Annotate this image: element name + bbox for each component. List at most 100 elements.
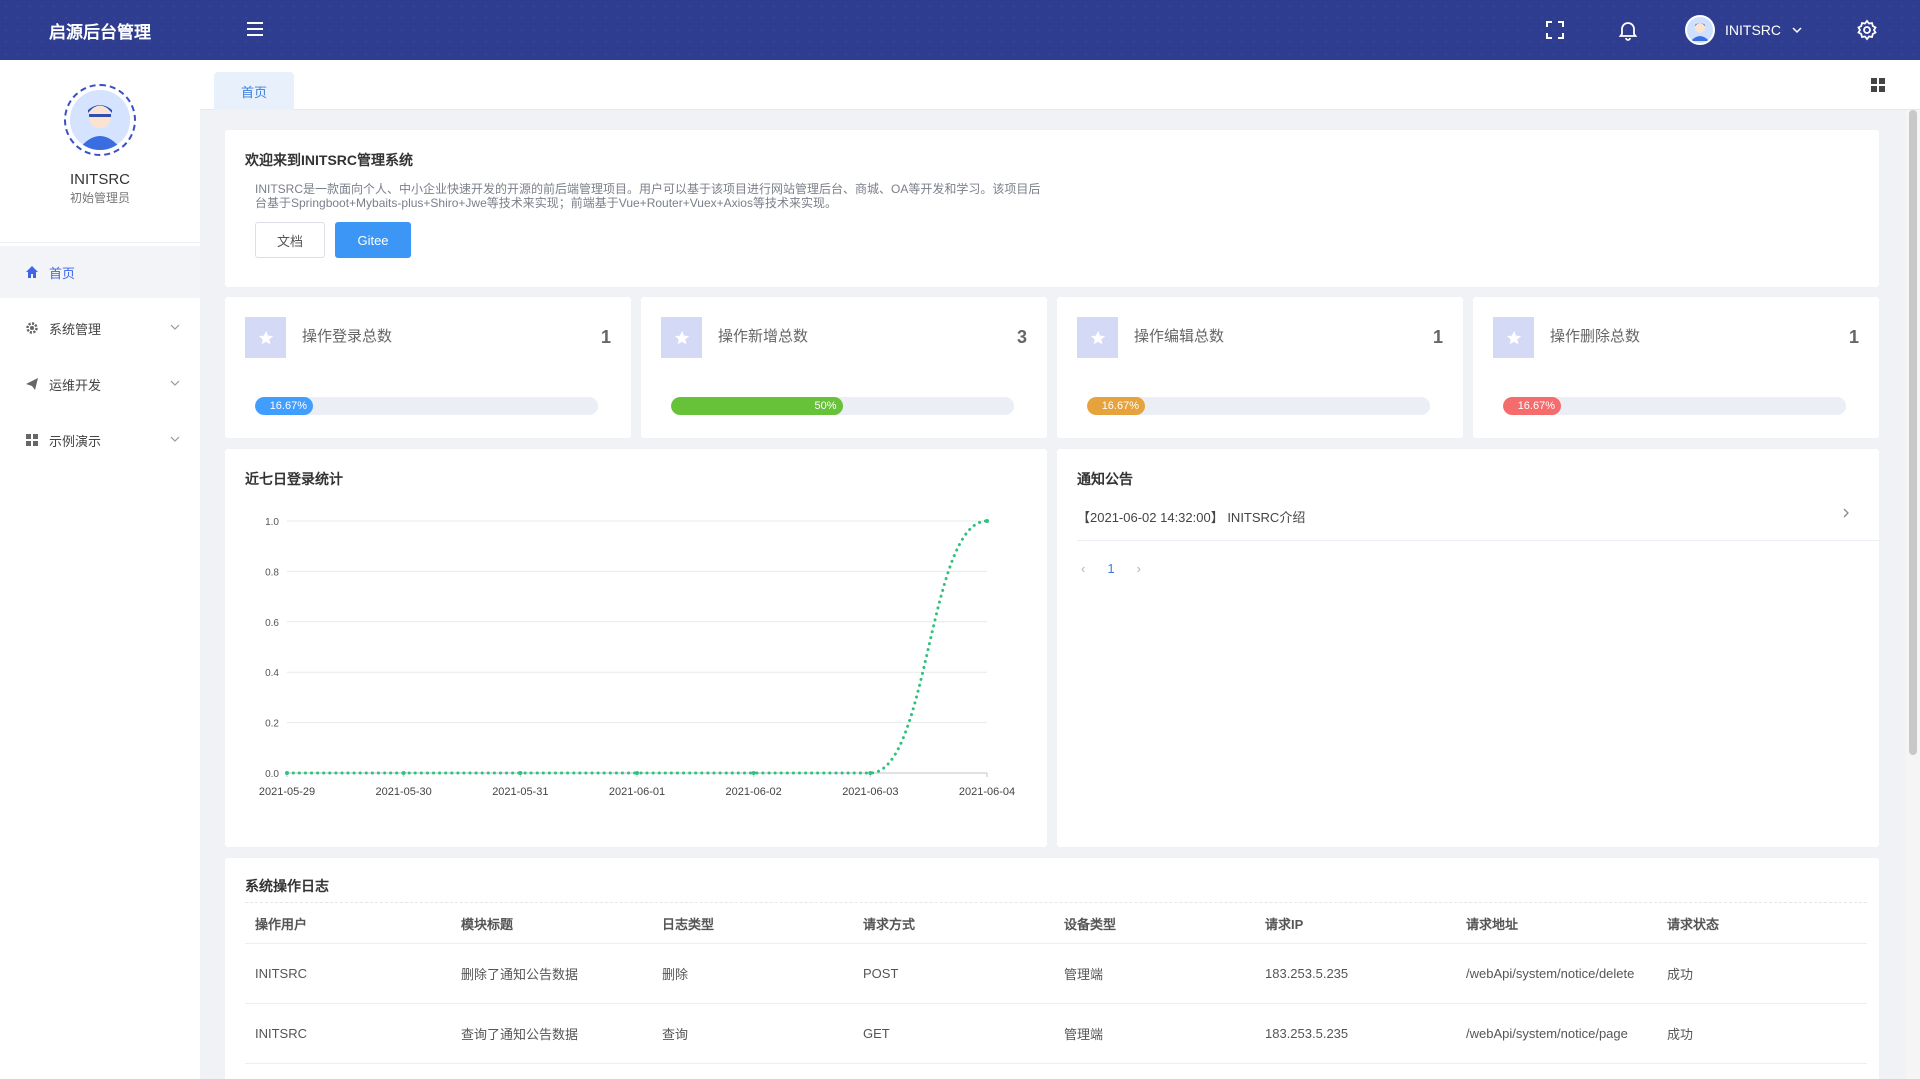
brand-title: 启源后台管理 (49, 23, 151, 42)
progress-bar: 16.67% (1503, 397, 1846, 415)
column-header: 请求IP (1265, 916, 1304, 932)
notice-card: 通知公告 【2021-06-02 14:32:00】 INITSRC介绍 ‹ 1… (1057, 449, 1879, 847)
column-header: 请求状态 (1667, 916, 1720, 932)
profile-avatar (64, 84, 136, 156)
star-icon (661, 317, 702, 358)
y-tick-label: 0.2 (265, 719, 279, 730)
chevron-down-icon (1792, 27, 1802, 34)
stat-title: 操作登录总数 (302, 328, 393, 345)
x-tick-label: 2021-05-30 (376, 786, 432, 798)
table-row[interactable]: INITSRC 查询了通知公告数据 查询 GET 管理端 183.253.5.235/we… (245, 1004, 1867, 1064)
next-page-icon[interactable]: › (1137, 561, 1141, 576)
star-icon (1493, 317, 1534, 358)
chevron-down-icon (170, 436, 180, 442)
user-menu[interactable]: INITSRC (1685, 13, 1803, 47)
progress-fill: 16.67% (255, 397, 313, 415)
stat-card: 操作登录总数 1 16.67% (225, 297, 631, 438)
settings-gear-icon[interactable] (1855, 18, 1879, 42)
table-cell: 成功 (1667, 967, 1694, 982)
stat-value: 1 (1848, 327, 1859, 347)
menu-toggle-icon[interactable] (244, 18, 266, 40)
send-icon (24, 376, 40, 392)
tabs-bar: 首页 (200, 60, 1920, 110)
sidebar-item-system[interactable]: 系统管理 (0, 302, 200, 354)
table-row[interactable]: INITSRC 删除了通知公告数据 删除 POST 管理端 183.253.5.235/w… (245, 944, 1867, 1004)
table-cell: INITSRC (255, 966, 307, 981)
notice-pagination: ‹ 1 › (1081, 558, 1141, 578)
prev-page-icon[interactable]: ‹ (1081, 561, 1085, 576)
star-icon (245, 317, 286, 358)
fullscreen-icon[interactable] (1543, 18, 1567, 42)
progress-label: 16.67% (269, 400, 307, 412)
profile-panel: INITSRC 初始管理员 (0, 60, 200, 243)
home-icon (24, 264, 40, 280)
top-header: 启源后台管理 INITSRC (0, 0, 1920, 60)
user-name: INITSRC (1725, 22, 1781, 38)
progress-bar: 16.67% (255, 397, 598, 415)
column-header: 操作用户 (255, 916, 308, 932)
sidebar-item-label: 首页 (49, 265, 76, 281)
sidebar-item-home[interactable]: 首页 (0, 246, 200, 298)
scrollbar-track[interactable] (1906, 110, 1920, 1079)
welcome-card: 欢迎来到INITSRC管理系统 INITSRC是一款面向个人、中小企业快速开发的… (225, 130, 1879, 287)
table-cell: 查询了通知公告数据 (461, 1027, 579, 1042)
gear-icon (24, 320, 40, 336)
data-point[interactable] (868, 771, 873, 775)
table-cell: 管理端 (1064, 967, 1104, 982)
progress-fill: 16.67% (1087, 397, 1145, 415)
notice-item[interactable]: 【2021-06-02 14:32:00】 INITSRC介绍 (1077, 504, 1859, 526)
grid-icon (24, 432, 40, 448)
y-tick-label: 0.0 (265, 769, 279, 780)
data-point[interactable] (985, 519, 989, 523)
sidebar-item-demo[interactable]: 示例演示 (0, 414, 200, 466)
table-cell: 183.253.5.235 (1265, 1026, 1349, 1041)
x-tick-label: 2021-06-04 (959, 786, 1015, 798)
tab-home[interactable]: 首页 (214, 72, 294, 110)
x-tick-label: 2021-06-02 (726, 786, 782, 798)
progress-fill: 16.67% (1503, 397, 1561, 415)
stat-title: 操作编辑总数 (1134, 328, 1225, 345)
log-title: 系统操作日志 (245, 878, 329, 894)
column-header: 设备类型 (1064, 916, 1117, 932)
x-tick-label: 2021-05-29 (259, 786, 315, 798)
y-tick-label: 0.6 (265, 618, 279, 629)
x-tick-label: 2021-06-01 (609, 786, 665, 798)
progress-label: 16.67% (1517, 400, 1555, 412)
login-chart-card: 近七日登录统计 0.0 0.2 0.4 0.6 0.8 1.0 2021-05-29 2021… (225, 449, 1047, 847)
notice-item-text: 【2021-06-02 14:32:00】 INITSRC介绍 (1077, 510, 1306, 525)
notice-title: 通知公告 (1077, 471, 1133, 487)
progress-bar: 16.67% (1087, 397, 1430, 415)
table-cell: 成功 (1667, 1027, 1694, 1042)
table-cell: INITSRC (255, 1026, 307, 1041)
data-point[interactable] (285, 771, 289, 775)
scrollbar-thumb[interactable] (1909, 110, 1917, 755)
sidebar-item-label: 运维开发 (49, 377, 102, 393)
doc-button[interactable]: 文档 (255, 222, 325, 258)
table-cell: 183.253.5.235 (1265, 966, 1349, 981)
stat-card: 操作编辑总数 1 16.67% (1057, 297, 1463, 438)
sidebar-item-devops[interactable]: 运维开发 (0, 358, 200, 410)
tab-grid-icon[interactable] (1870, 77, 1886, 93)
avatar (1685, 15, 1715, 45)
stat-card: 操作删除总数 1 16.67% (1473, 297, 1879, 438)
progress-bar: 50% (671, 397, 1014, 415)
column-header: 请求地址 (1466, 916, 1519, 932)
table-cell: /webApi/system/notice/page (1466, 1025, 1628, 1041)
data-point[interactable] (518, 771, 523, 775)
log-card: 系统操作日志 操作用户 模块标题 日志类型 请求方式 设备类型 请求IP 请求地址 请求状态 … (225, 858, 1879, 1079)
stat-title: 操作新增总数 (718, 328, 809, 345)
progress-label: 50% (814, 400, 837, 412)
table-cell: 删除 (662, 967, 689, 982)
login-line-chart: 0.0 0.2 0.4 0.6 0.8 1.0 2021-05-29 2021-05-30 20… (259, 517, 1015, 798)
divider (1077, 540, 1879, 541)
stat-value: 3 (1016, 327, 1027, 347)
data-point[interactable] (751, 771, 756, 775)
chevron-down-icon (170, 380, 180, 386)
gitee-button[interactable]: Gitee (335, 222, 411, 258)
data-point[interactable] (635, 771, 639, 775)
data-point[interactable] (401, 771, 406, 775)
stat-title: 操作删除总数 (1550, 328, 1641, 345)
chevron-right-icon (1843, 508, 1849, 518)
bell-icon[interactable] (1616, 18, 1640, 42)
page-number[interactable]: 1 (1107, 561, 1114, 576)
